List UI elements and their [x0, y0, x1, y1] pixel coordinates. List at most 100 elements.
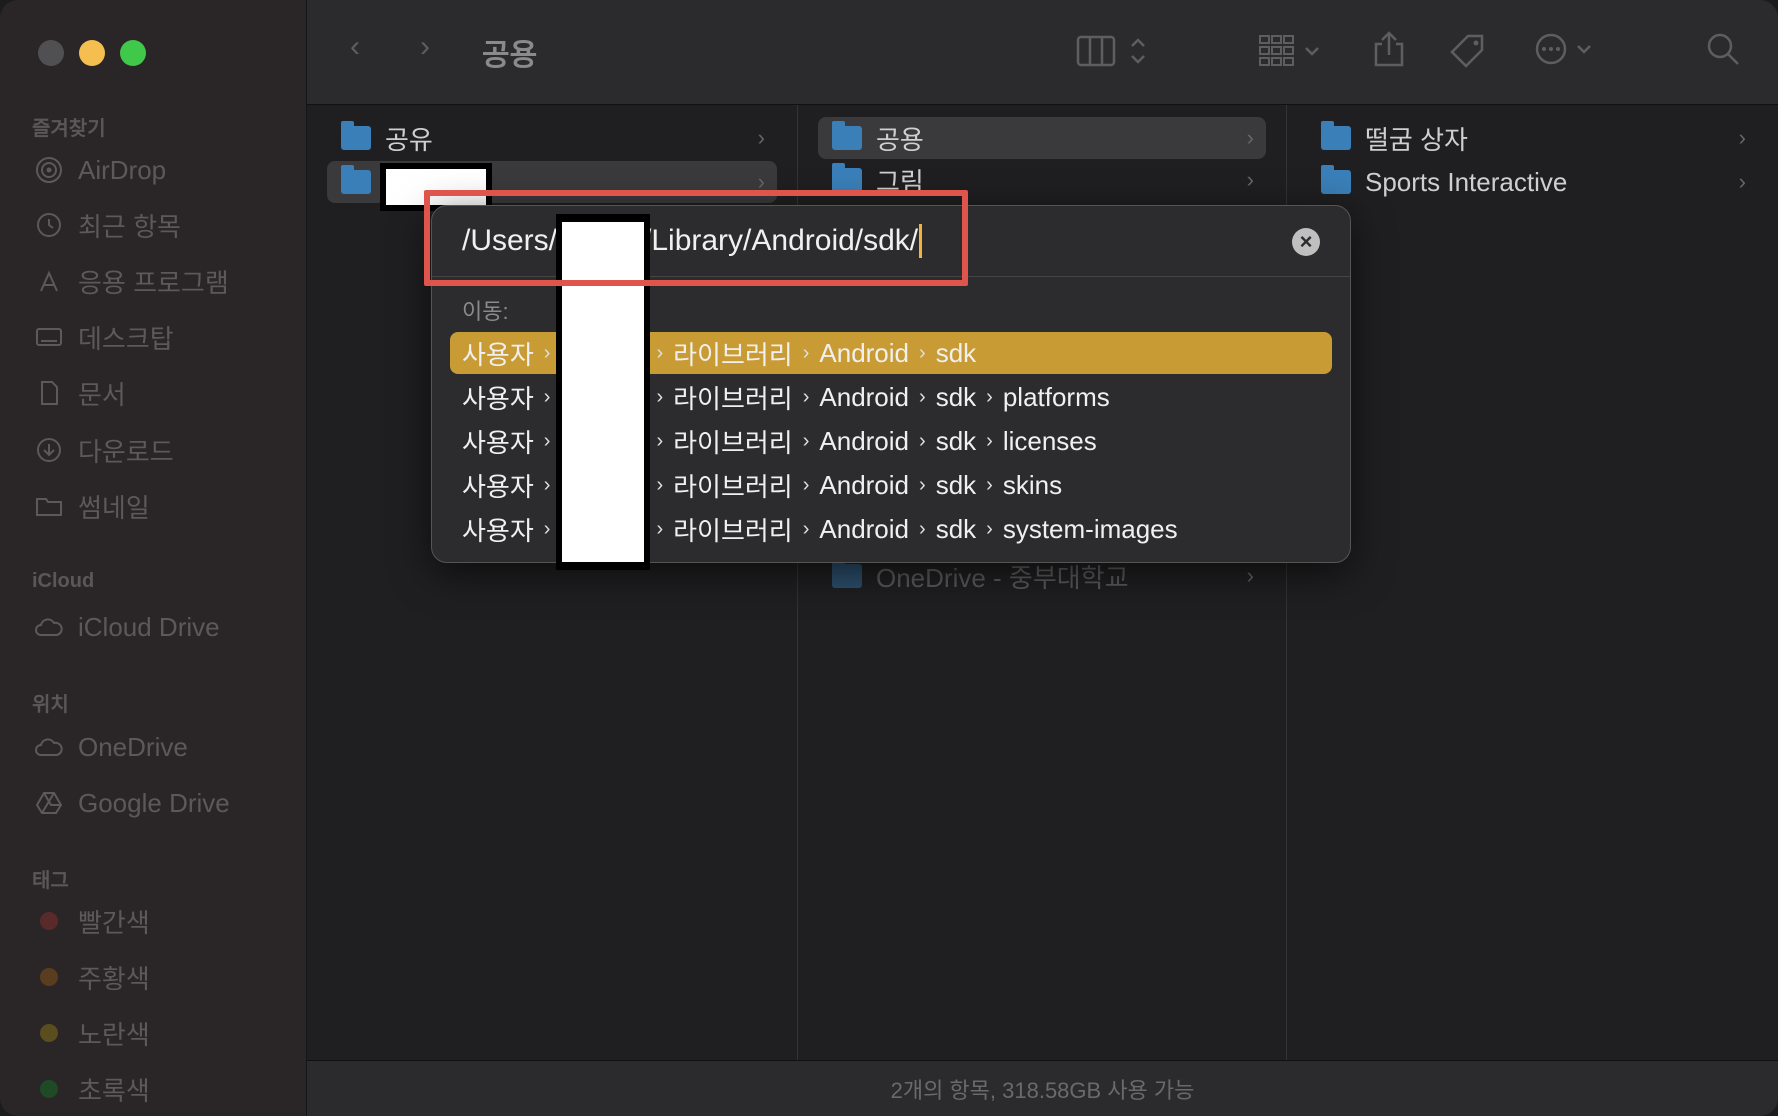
folder-row-selected[interactable]: 공용 ›: [818, 117, 1266, 159]
status-bar: 2개의 항목, 318.58GB 사용 가능: [307, 1060, 1778, 1116]
sidebar-item-label: 데스크탑: [78, 323, 174, 354]
folder-icon: [341, 121, 371, 150]
clear-path-button[interactable]: ×: [1292, 228, 1320, 256]
crumb-library: 라이브러리: [673, 515, 793, 546]
chevron-right-icon: ›: [802, 385, 810, 408]
highlight-annotation: [424, 190, 968, 286]
chevron-right-icon: ›: [919, 385, 926, 408]
more-actions-button[interactable]: [1534, 32, 1604, 74]
back-button[interactable]: ‹: [350, 30, 360, 64]
crumb-android: Android: [819, 381, 910, 412]
tag-red-icon: [40, 912, 58, 930]
sidebar-item-label: 초록색: [78, 1075, 150, 1106]
columns-view-icon: [1076, 35, 1145, 67]
chevron-right-icon: ›: [543, 517, 551, 540]
folder-icon: [1321, 165, 1351, 194]
desktop-icon: [34, 322, 64, 352]
crumb-library: 라이브러리: [673, 383, 793, 414]
crumb-sdk: sdk: [935, 513, 977, 544]
tags-button[interactable]: [1448, 32, 1488, 76]
crumb-tail: platforms: [1002, 381, 1110, 412]
folder-label: Sports Interactive: [1365, 166, 1568, 197]
folder-label: OneDrive - 중부대학교: [876, 562, 1129, 593]
chevron-right-icon: ›: [543, 429, 551, 452]
crumb-user: 사용자: [462, 339, 534, 370]
sidebar-item-tag-green[interactable]: 초록색: [34, 1069, 294, 1109]
document-icon: [34, 378, 64, 408]
grid-icon: [1259, 35, 1319, 66]
sidebar-item-applications[interactable]: 응용 프로그램: [34, 261, 294, 301]
crumb-android: Android: [819, 469, 910, 500]
finder-window: 즐겨찾기 AirDrop 최근 항목 응용 프로그램 데스크탑 문서 다운로드 …: [0, 0, 1778, 1116]
close-icon: ×: [1299, 229, 1313, 254]
sidebar-item-label: Google Drive: [78, 787, 230, 818]
close-window-button[interactable]: [38, 40, 64, 66]
tag-green-icon: [40, 1080, 58, 1098]
window-title: 공용: [482, 39, 538, 72]
sidebar-item-label: OneDrive: [78, 731, 188, 762]
goto-label: 이동:: [462, 299, 509, 324]
minimize-window-button[interactable]: [79, 40, 105, 66]
ellipsis-circle-icon: [1535, 33, 1591, 65]
sidebar-section-tags: 태그: [32, 870, 69, 892]
folder-row[interactable]: 떨굼 상자 ›: [1307, 117, 1758, 159]
sidebar-item-label: AirDrop: [78, 154, 167, 185]
crumb-android: Android: [819, 425, 910, 456]
chevron-right-icon: ›: [986, 429, 993, 452]
folder-icon: [832, 163, 862, 192]
chevron-right-icon: ›: [543, 385, 551, 408]
chevron-right-icon: ›: [919, 429, 926, 452]
applications-icon: [34, 266, 64, 296]
folder-row[interactable]: Sports Interactive ›: [1307, 161, 1758, 203]
folder-icon: [1321, 121, 1351, 150]
download-icon: [34, 435, 64, 465]
crumb-library: 라이브러리: [673, 471, 793, 502]
cloud-icon: [34, 612, 64, 642]
chevron-right-icon: ›: [1246, 125, 1254, 150]
sidebar-item-icloud-drive[interactable]: iCloud Drive: [34, 607, 294, 647]
tag-orange-icon: [40, 968, 58, 986]
crumb-tail: skins: [1002, 469, 1063, 500]
sidebar-section-locations: 위치: [32, 694, 69, 716]
chevron-right-icon: ›: [656, 429, 664, 452]
sidebar-section-icloud: iCloud: [32, 570, 95, 592]
crumb-android: Android: [819, 513, 910, 544]
sidebar-item-onedrive[interactable]: OneDrive: [34, 727, 294, 767]
sidebar-section-favorites: 즐겨찾기: [32, 118, 106, 140]
sidebar-item-tag-red[interactable]: 빨간색: [34, 901, 294, 941]
cloud-icon: [34, 732, 64, 762]
sidebar-item-thumbnails[interactable]: 썸네일: [34, 486, 294, 526]
zoom-window-button[interactable]: [120, 40, 146, 66]
chevron-right-icon: ›: [802, 341, 810, 364]
tag-icon: [1450, 34, 1484, 68]
chevron-right-icon: ›: [919, 473, 926, 496]
sidebar-item-desktop[interactable]: 데스크탑: [34, 317, 294, 357]
sidebar-item-google-drive[interactable]: Google Drive: [34, 783, 294, 823]
sidebar-item-documents[interactable]: 문서: [34, 373, 294, 413]
crumb-library: 라이브러리: [673, 339, 793, 370]
status-text: 2개의 항목, 318.58GB 사용 가능: [890, 1077, 1195, 1103]
chevron-right-icon: ›: [802, 429, 810, 452]
group-button[interactable]: [1258, 34, 1328, 76]
tag-yellow-icon: [40, 1024, 58, 1042]
chevron-right-icon: ›: [802, 517, 810, 540]
sidebar-item-airdrop[interactable]: AirDrop: [34, 150, 294, 190]
sidebar-item-tag-orange[interactable]: 주황색: [34, 957, 294, 997]
chevron-right-icon: ›: [1246, 167, 1254, 192]
chevron-right-icon: ›: [802, 473, 810, 496]
search-icon: [1707, 33, 1739, 65]
sidebar-item-label: 다운로드: [78, 436, 174, 467]
home-folder-icon: [341, 165, 371, 194]
sidebar-item-recents[interactable]: 최근 항목: [34, 205, 294, 245]
folder-icon: [34, 491, 64, 521]
sidebar-item-tag-yellow[interactable]: 노란색: [34, 1013, 294, 1053]
folder-label: 떨굼 상자: [1365, 124, 1468, 155]
column-3: 떨굼 상자 › Sports Interactive ›: [1287, 105, 1778, 1060]
view-mode-button[interactable]: [1076, 34, 1156, 76]
sidebar-item-label: 문서: [78, 379, 126, 410]
search-button[interactable]: [1706, 32, 1740, 74]
share-button[interactable]: [1372, 30, 1406, 76]
forward-button[interactable]: ›: [420, 30, 430, 64]
folder-row[interactable]: 공유 ›: [327, 117, 777, 159]
sidebar-item-downloads[interactable]: 다운로드: [34, 430, 294, 470]
